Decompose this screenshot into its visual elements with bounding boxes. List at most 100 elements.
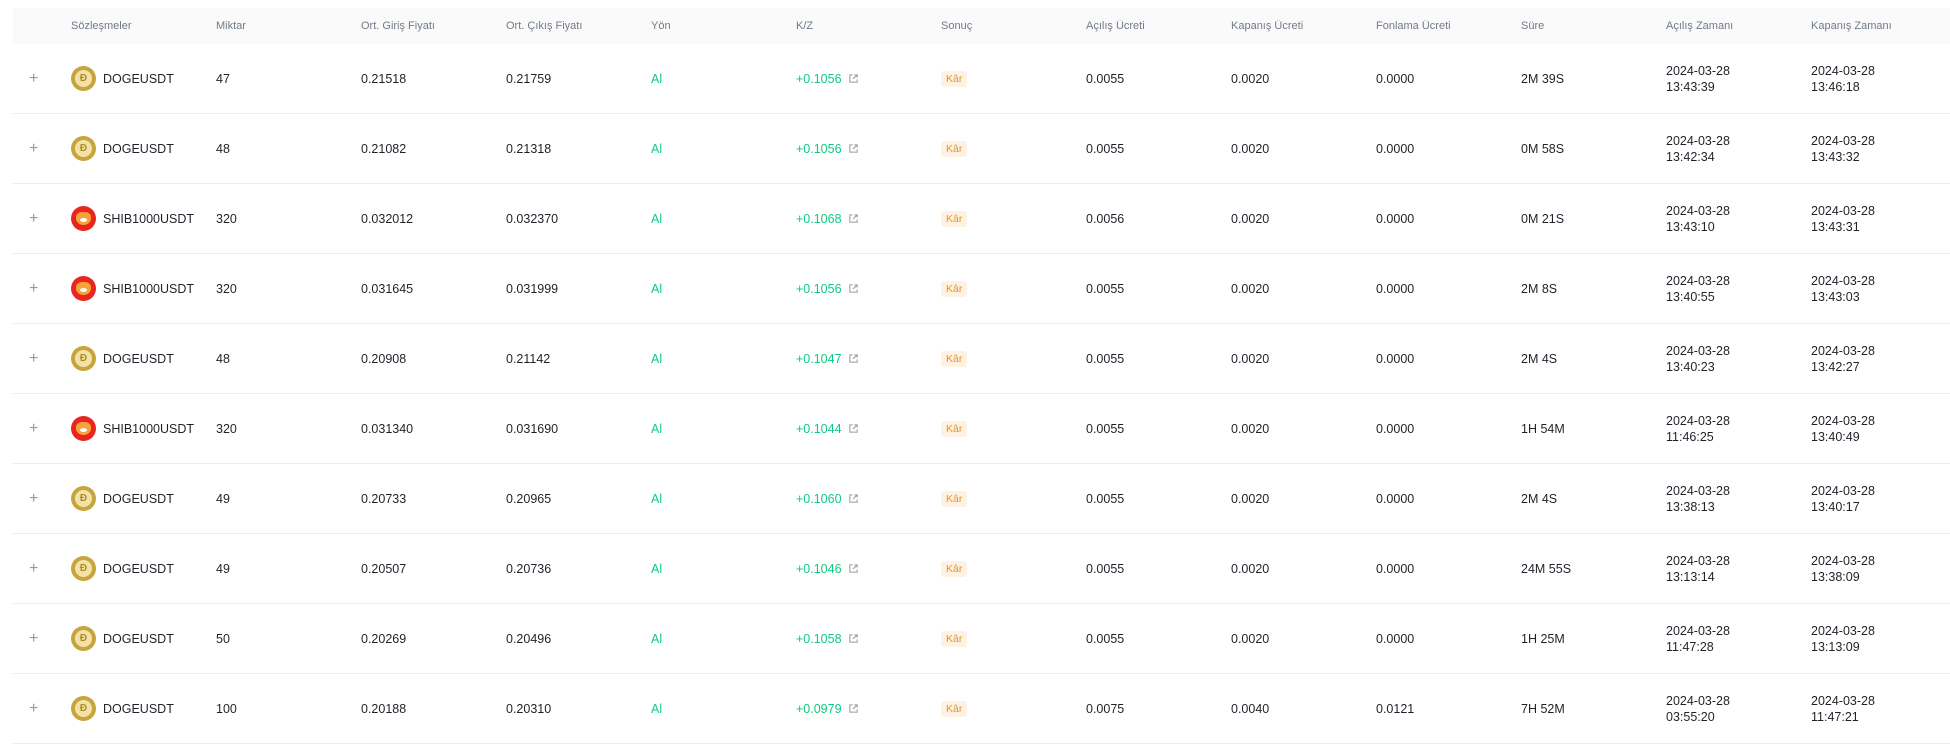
table-row: + SHIB1000USDT 320 0.032012 0.032370 Al … xyxy=(13,184,1950,254)
open-time-cell: 2024-03-28 03:55:20 xyxy=(1666,693,1811,725)
open-fee-cell: 0.0056 xyxy=(1086,211,1125,226)
close-fee-cell: 0.0040 xyxy=(1231,701,1270,716)
expand-button[interactable]: + xyxy=(13,70,71,88)
external-link-icon[interactable] xyxy=(848,143,859,154)
avg-entry-cell: 0.20269 xyxy=(361,631,407,646)
funding-fee-cell: 0.0000 xyxy=(1376,211,1415,226)
result-cell: Kâr xyxy=(941,70,1086,87)
status-badge: Kâr xyxy=(941,280,968,297)
expand-button[interactable]: + xyxy=(13,210,71,228)
open-clock: 13:13:14 xyxy=(1666,569,1715,584)
plus-icon[interactable]: + xyxy=(29,350,38,367)
expand-button[interactable]: + xyxy=(13,630,71,648)
external-link-icon[interactable] xyxy=(848,213,859,224)
expand-button[interactable]: + xyxy=(13,700,71,718)
external-link-icon[interactable] xyxy=(848,73,859,84)
contract-cell: Ð DOGEUSDT xyxy=(71,136,216,161)
avg-entry-cell: 0.032012 xyxy=(361,211,414,226)
quantity-cell: 320 xyxy=(216,211,237,226)
expand-button[interactable]: + xyxy=(13,140,71,158)
plus-icon[interactable]: + xyxy=(29,140,38,157)
header-result: Sonuç xyxy=(941,20,973,32)
close-fee-cell: 0.0020 xyxy=(1231,561,1270,576)
plus-icon[interactable]: + xyxy=(29,560,38,577)
plus-icon[interactable]: + xyxy=(29,420,38,437)
expand-button[interactable]: + xyxy=(13,560,71,578)
plus-icon[interactable]: + xyxy=(29,490,38,507)
result-cell: Kâr xyxy=(941,490,1086,507)
open-date: 2024-03-28 xyxy=(1666,343,1730,358)
plus-icon[interactable]: + xyxy=(29,210,38,227)
expand-button[interactable]: + xyxy=(13,350,71,368)
quantity-cell: 47 xyxy=(216,71,230,86)
close-clock: 13:43:03 xyxy=(1811,289,1860,304)
external-link-icon[interactable] xyxy=(848,353,859,364)
pnl-value: +0.1044 xyxy=(796,421,842,436)
open-clock: 13:38:13 xyxy=(1666,499,1715,514)
close-time-cell: 2024-03-28 13:40:17 xyxy=(1811,483,1950,515)
open-clock: 13:40:23 xyxy=(1666,359,1715,374)
external-link-icon[interactable] xyxy=(848,563,859,574)
avg-exit-cell: 0.21142 xyxy=(506,351,551,366)
open-date: 2024-03-28 xyxy=(1666,413,1730,428)
table-row: + Ð DOGEUSDT 49 0.20733 0.20965 Al +0.10… xyxy=(13,464,1950,534)
close-date: 2024-03-28 xyxy=(1811,623,1875,638)
shib-coin-icon xyxy=(71,206,96,231)
expand-button[interactable]: + xyxy=(13,280,71,298)
direction-cell: Al xyxy=(651,141,663,156)
external-link-icon[interactable] xyxy=(848,633,859,644)
close-date: 2024-03-28 xyxy=(1811,343,1875,358)
direction-cell: Al xyxy=(651,211,663,226)
open-date: 2024-03-28 xyxy=(1666,553,1730,568)
header-close-time: Kapanış Zamanı xyxy=(1811,20,1892,32)
external-link-icon[interactable] xyxy=(848,423,859,434)
direction-cell: Al xyxy=(651,351,663,366)
close-clock: 13:46:18 xyxy=(1811,79,1860,94)
plus-icon[interactable]: + xyxy=(29,700,38,717)
open-time-cell: 2024-03-28 13:38:13 xyxy=(1666,483,1811,515)
direction-cell: Al xyxy=(651,561,663,576)
close-time-cell: 2024-03-28 13:46:18 xyxy=(1811,63,1950,95)
pnl-value: +0.1056 xyxy=(796,71,842,86)
duration-cell: 0M 58S xyxy=(1521,141,1565,156)
duration-cell: 0M 21S xyxy=(1521,211,1565,226)
open-time-cell: 2024-03-28 13:43:39 xyxy=(1666,63,1811,95)
external-link-icon[interactable] xyxy=(848,283,859,294)
funding-fee-cell: 0.0000 xyxy=(1376,141,1415,156)
doge-coin-icon: Ð xyxy=(71,556,96,581)
open-time-cell: 2024-03-28 11:46:25 xyxy=(1666,413,1811,445)
header-quantity: Miktar xyxy=(216,20,246,32)
avg-exit-cell: 0.032370 xyxy=(506,211,559,226)
direction-cell: Al xyxy=(651,491,663,506)
header-contracts: Sözleşmeler xyxy=(71,20,132,32)
table-row: + Ð DOGEUSDT 48 0.21082 0.21318 Al +0.10… xyxy=(13,114,1950,184)
pnl-value: +0.1068 xyxy=(796,211,842,226)
result-cell: Kâr xyxy=(941,630,1086,647)
avg-entry-cell: 0.20733 xyxy=(361,491,407,506)
plus-icon[interactable]: + xyxy=(29,630,38,647)
expand-button[interactable]: + xyxy=(13,420,71,438)
external-link-icon[interactable] xyxy=(848,703,859,714)
header-avg-exit: Ort. Çıkış Fiyatı xyxy=(506,20,583,32)
header-close-fee: Kapanış Ücreti xyxy=(1231,20,1304,32)
close-clock: 13:42:27 xyxy=(1811,359,1860,374)
header-direction: Yön xyxy=(651,20,671,32)
open-fee-cell: 0.0055 xyxy=(1086,421,1125,436)
table-row: + Ð DOGEUSDT 100 0.20188 0.20310 Al +0.0… xyxy=(13,674,1950,744)
plus-icon[interactable]: + xyxy=(29,70,38,87)
pnl-cell: +0.1056 xyxy=(796,142,941,156)
table-row: + Ð DOGEUSDT 50 0.20269 0.20496 Al +0.10… xyxy=(13,604,1950,674)
avg-entry-cell: 0.031645 xyxy=(361,281,414,296)
avg-entry-cell: 0.031340 xyxy=(361,421,414,436)
contract-cell: Ð DOGEUSDT xyxy=(71,346,216,371)
open-time-cell: 2024-03-28 13:42:34 xyxy=(1666,133,1811,165)
result-cell: Kâr xyxy=(941,140,1086,157)
open-clock: 13:43:39 xyxy=(1666,79,1715,94)
avg-entry-cell: 0.21082 xyxy=(361,141,407,156)
plus-icon[interactable]: + xyxy=(29,280,38,297)
status-badge: Kâr xyxy=(941,630,968,647)
expand-button[interactable]: + xyxy=(13,490,71,508)
open-date: 2024-03-28 xyxy=(1666,623,1730,638)
external-link-icon[interactable] xyxy=(848,493,859,504)
pnl-cell: +0.1047 xyxy=(796,352,941,366)
